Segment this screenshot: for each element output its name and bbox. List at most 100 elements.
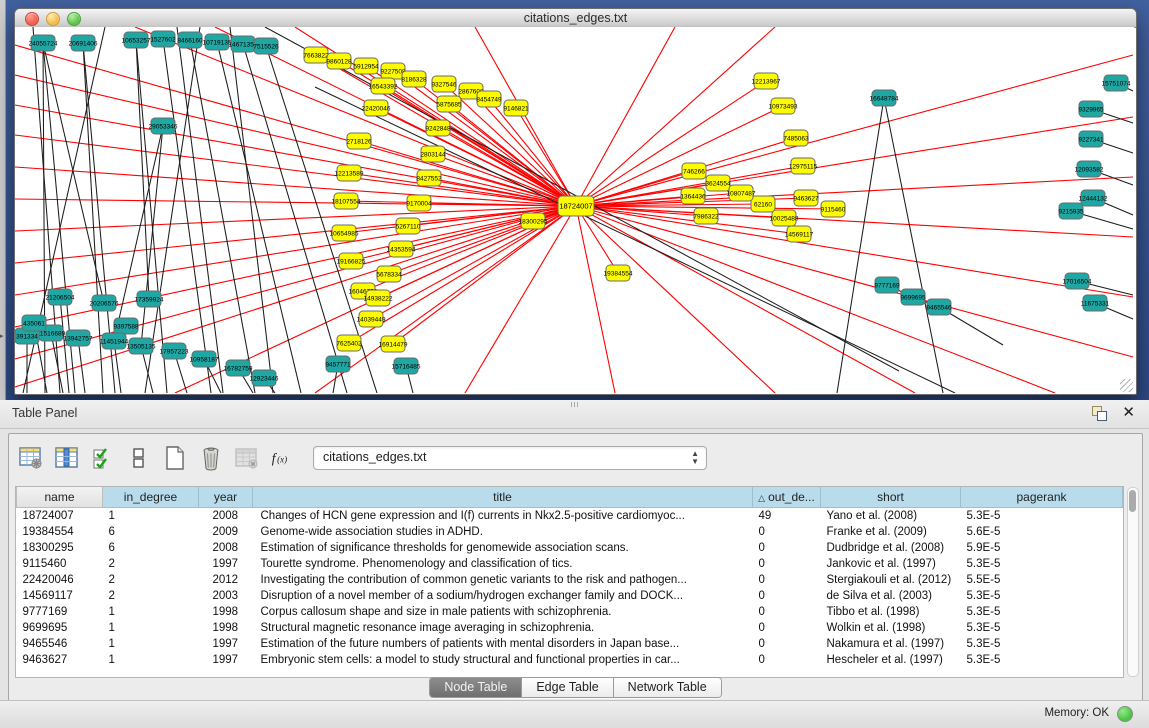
graph-node[interactable]: 9860128	[326, 53, 352, 69]
graph-node[interactable]: 16782759	[224, 360, 253, 376]
graph-node[interactable]: 17957223	[160, 343, 189, 359]
graph-node[interactable]: 9146821	[503, 100, 529, 116]
graph-node[interactable]: 9457771	[325, 356, 351, 372]
graph-node[interactable]: 10653257	[122, 32, 151, 48]
graph-node[interactable]: 14938222	[364, 290, 393, 306]
graph-node[interactable]: 9327546	[431, 76, 457, 92]
graph-node[interactable]: 10958187	[190, 351, 219, 367]
graph-node[interactable]: 9170004	[406, 195, 432, 211]
graph-node[interactable]: 9227341	[1078, 131, 1104, 147]
graph-node[interactable]: 1527602	[150, 31, 176, 47]
graph-node[interactable]: 8427552	[416, 170, 442, 186]
graph-node[interactable]: 22420046	[362, 100, 391, 116]
graph-node[interactable]: 17359924	[135, 291, 164, 307]
table-row[interactable]: 946554611997Estimation of the future num…	[17, 636, 1123, 652]
graph-node[interactable]: 10973493	[769, 98, 798, 114]
graph-node[interactable]: 12444132	[1079, 190, 1108, 206]
graph-node[interactable]: 14353594	[387, 241, 416, 257]
network-canvas[interactable]: 2405572420691406106532571527602846616010…	[15, 27, 1134, 393]
graph-node[interactable]: 7986322	[693, 208, 719, 224]
graph-node[interactable]: 9463627	[793, 190, 819, 206]
graph-node[interactable]: 16914479	[379, 336, 408, 352]
column-header-year[interactable]: year	[199, 487, 253, 508]
graph-node[interactable]: 13942757	[64, 330, 93, 346]
window-resize-grip[interactable]	[1120, 379, 1133, 392]
network-window-titlebar[interactable]: citations_edges.txt	[15, 9, 1136, 28]
graph-node[interactable]: 19384554	[604, 265, 633, 281]
graph-node[interactable]: 5912954	[353, 58, 379, 74]
graph-node[interactable]: 5267110	[396, 218, 421, 234]
graph-node[interactable]: 8186328	[401, 71, 427, 87]
graph-node[interactable]: 9329965	[1078, 101, 1104, 117]
graph-node[interactable]: 10025488	[770, 210, 799, 226]
graph-node[interactable]: 16648784	[870, 90, 899, 106]
graph-node[interactable]: 12923446	[250, 370, 279, 386]
graph-node[interactable]: 7485063	[783, 130, 809, 146]
graph-node[interactable]: 9465546	[926, 299, 952, 315]
graph-node[interactable]: 8466160	[177, 32, 203, 48]
column-header-pagerank[interactable]: pagerank	[961, 487, 1123, 508]
graph-node[interactable]: 18724007	[558, 196, 594, 216]
memory-status-indicator[interactable]	[1117, 706, 1133, 722]
table-row[interactable]: 969969511998Structural magnetic resonanc…	[17, 620, 1123, 636]
graph-node[interactable]: 12093582	[1075, 161, 1104, 177]
graph-node[interactable]: 2803144	[420, 146, 446, 162]
graph-node[interactable]: 1364436	[680, 188, 706, 204]
clear-row-selection-button[interactable]	[125, 445, 152, 472]
graph-node[interactable]: 18300295	[519, 213, 548, 229]
graph-node[interactable]: 8454749	[476, 91, 502, 107]
graph-node[interactable]: 14569117	[785, 226, 814, 242]
graph-node[interactable]: 10654985	[330, 225, 359, 241]
graph-node[interactable]: 9215935	[1058, 203, 1084, 219]
table-row[interactable]: 977716911998Corpus callosum shape and si…	[17, 604, 1123, 620]
graph-node[interactable]: 11451944	[100, 333, 129, 349]
graph-node[interactable]: 13505135	[127, 338, 156, 354]
graph-node[interactable]: 21206504	[46, 289, 75, 305]
graph-node[interactable]: 16543392	[369, 78, 398, 94]
graph-node[interactable]: 10719135	[203, 34, 232, 50]
graph-node[interactable]: 14039449	[357, 311, 386, 327]
tab-node-table[interactable]: Node Table	[430, 678, 522, 697]
network-window[interactable]: citations_edges.txt 24055724 20691406 1065…	[14, 8, 1137, 395]
graph-node[interactable]: 746266	[682, 163, 706, 179]
graph-node[interactable]: 9777169	[874, 277, 900, 293]
new-table-button[interactable]	[161, 445, 188, 472]
table-row[interactable]: 911546021997Tourette syndrome. Phenomeno…	[17, 556, 1123, 572]
column-header-in_degree[interactable]: in_degree	[103, 487, 199, 508]
table-row[interactable]: 1872400712008Changes of HCN gene express…	[17, 508, 1123, 525]
graph-node[interactable]: 62160	[751, 196, 775, 212]
graph-node[interactable]: 7515526	[253, 38, 279, 54]
tab-edge-table[interactable]: Edge Table	[522, 678, 613, 697]
graph-node[interactable]: 2718126	[346, 133, 372, 149]
column-header-short[interactable]: short	[821, 487, 961, 508]
table-vertical-scrollbar[interactable]	[1127, 487, 1139, 677]
graph-node[interactable]: 9397588	[113, 318, 139, 334]
graph-node[interactable]: 9242848	[425, 120, 451, 136]
collapsed-panel-strip[interactable]: ▸	[0, 0, 6, 400]
graph-node[interactable]: 9699695	[900, 289, 926, 305]
graph-node[interactable]: 17016504	[1063, 273, 1092, 289]
graph-node[interactable]: 18107554	[332, 193, 361, 209]
graph-node[interactable]: 12213589	[335, 165, 364, 181]
function-builder-button[interactable]: f (x)	[269, 445, 296, 472]
show-columns-button[interactable]	[53, 445, 80, 472]
column-header-title[interactable]: title	[253, 487, 753, 508]
graph-node[interactable]: 15751074	[1102, 75, 1131, 91]
delete-table-button[interactable]	[197, 445, 224, 472]
scrollbar-thumb[interactable]	[1129, 490, 1136, 512]
graph-node[interactable]: 12213967	[752, 73, 781, 89]
graph-node[interactable]: 5875685	[436, 96, 462, 112]
column-header-out_de[interactable]: △out_de...	[753, 487, 821, 508]
graph-node[interactable]: 19166825	[337, 253, 366, 269]
graph-node[interactable]: 435061	[22, 315, 46, 331]
table-row[interactable]: 2242004622012Investigating the contribut…	[17, 572, 1123, 588]
graph-node[interactable]: 7625402	[336, 335, 362, 351]
graph-node[interactable]: 20691406	[69, 35, 98, 51]
graph-node[interactable]: 24055724	[29, 35, 58, 51]
close-panel-icon[interactable]: ✕	[1122, 403, 1135, 421]
graph-node[interactable]: 15716485	[392, 358, 421, 374]
graph-node[interactable]: 29053346	[149, 118, 178, 134]
graph-node[interactable]: 5678334	[376, 266, 402, 282]
graph-node[interactable]: 7663822	[303, 47, 329, 63]
graph-node[interactable]: 9115460	[821, 201, 846, 217]
